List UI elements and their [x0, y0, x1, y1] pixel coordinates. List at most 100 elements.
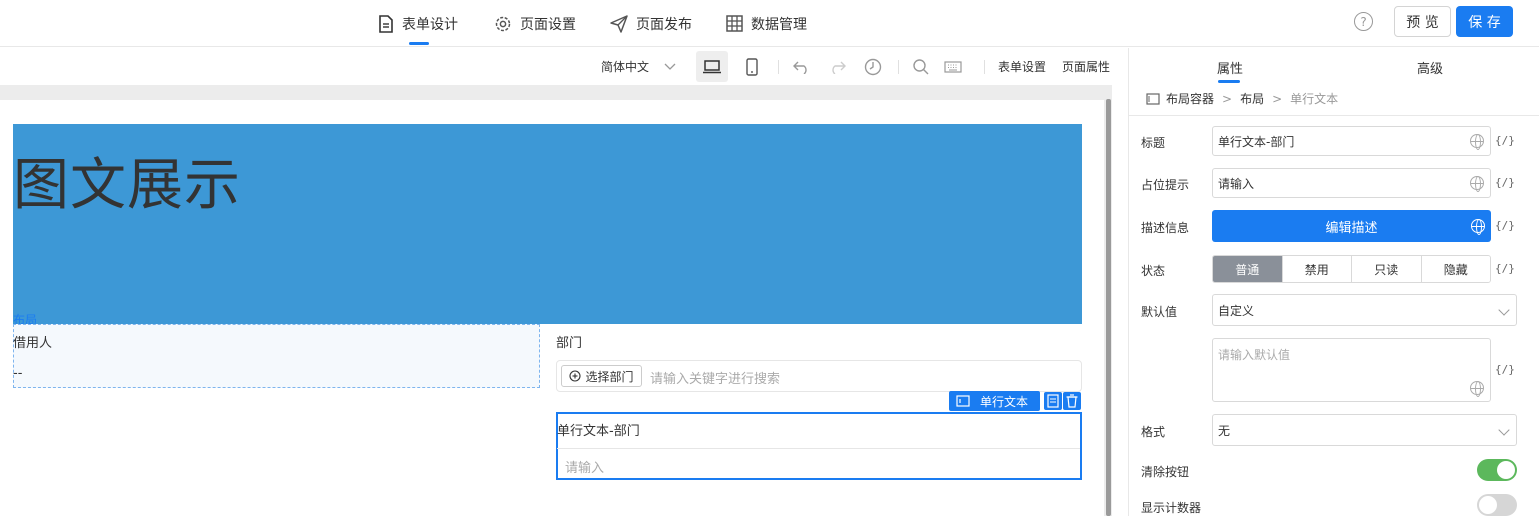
redo-icon[interactable] — [825, 55, 849, 79]
format-select[interactable]: 无 — [1212, 414, 1517, 446]
globe-icon[interactable] — [1470, 134, 1484, 150]
text-field-icon — [956, 395, 970, 407]
show-counter-label: 显示计数器 — [1141, 501, 1202, 515]
canvas-scrollbar[interactable] — [1106, 99, 1111, 516]
search-icon[interactable] — [909, 55, 933, 79]
gear-icon — [495, 16, 511, 31]
expression-icon[interactable]: {/} — [1495, 134, 1515, 147]
select-department-label: 选择部门 — [585, 369, 634, 384]
description-label: 描述信息 — [1141, 221, 1190, 235]
desktop-view-icon[interactable] — [696, 51, 728, 82]
placeholder-label: 占位提示 — [1141, 178, 1190, 192]
delete-icon[interactable] — [1063, 392, 1081, 410]
breadcrumb-item[interactable]: 布局 — [1240, 90, 1264, 107]
tab-label: 数据管理 — [751, 16, 807, 33]
active-panel-tab-indicator — [1218, 80, 1240, 83]
selected-field-input[interactable]: 请输入 — [557, 448, 1080, 478]
toolbar-divider — [778, 60, 779, 74]
keyboard-icon[interactable] — [941, 55, 965, 79]
tab-label: 页面设置 — [520, 16, 576, 33]
toggle-knob — [1479, 496, 1497, 514]
clear-button-label: 清除按钮 — [1141, 465, 1190, 479]
breadcrumb: 布局容器 > 布局 > 单行文本 — [1146, 90, 1338, 107]
expression-icon[interactable]: {/} — [1495, 219, 1515, 232]
format-selected: 无 — [1218, 423, 1231, 438]
tab-data-management[interactable]: 数据管理 — [726, 0, 807, 47]
default-value-placeholder: 请输入默认值 — [1218, 348, 1291, 362]
default-value-label: 默认值 — [1141, 305, 1178, 319]
borrower-value: -- — [13, 366, 23, 381]
select-department-button[interactable]: 选择部门 — [561, 365, 642, 387]
status-option-disabled[interactable]: 禁用 — [1281, 256, 1351, 282]
tab-advanced[interactable]: 高级 — [1417, 58, 1443, 77]
show-counter-toggle[interactable] — [1477, 494, 1517, 516]
banner-title: 图文展示 — [13, 153, 241, 218]
page-properties-link[interactable]: 页面属性 — [1062, 58, 1110, 75]
department-search-input[interactable]: 请输入关键字进行搜索 — [650, 368, 780, 387]
selected-component-type: 单行文本 — [980, 394, 1029, 409]
title-input[interactable]: 单行文本-部门 — [1212, 126, 1491, 156]
selected-component-tag[interactable]: 单行文本 — [949, 391, 1040, 411]
format-label: 格式 — [1141, 425, 1166, 439]
preview-button[interactable]: 预 览 — [1394, 6, 1451, 37]
chevron-right-icon: > — [1222, 91, 1233, 106]
form-settings-link[interactable]: 表单设置 — [998, 58, 1046, 75]
globe-icon[interactable] — [1470, 176, 1484, 192]
default-value-select[interactable]: 自定义 — [1212, 294, 1517, 326]
chevron-down-icon[interactable] — [658, 55, 682, 79]
status-label: 状态 — [1141, 264, 1166, 278]
placeholder-value: 请输入 — [1218, 176, 1255, 191]
status-option-hidden[interactable]: 隐藏 — [1420, 256, 1490, 282]
tab-form-design[interactable]: 表单设计 — [378, 0, 458, 47]
status-option-normal[interactable]: 普通 — [1213, 256, 1282, 282]
history-icon[interactable] — [861, 55, 885, 79]
default-value-textarea[interactable]: 请输入默认值 — [1212, 338, 1491, 402]
plus-circle-icon — [569, 370, 582, 382]
title-value: 单行文本-部门 — [1218, 134, 1295, 149]
status-segmented-control: 普通 禁用 只读 隐藏 — [1212, 255, 1491, 283]
breadcrumb-item[interactable]: 布局容器 — [1166, 90, 1214, 107]
divider — [1129, 115, 1539, 116]
selected-field-label: 单行文本-部门 — [557, 424, 640, 439]
status-option-readonly[interactable]: 只读 — [1351, 256, 1421, 282]
tab-label: 表单设计 — [402, 16, 458, 33]
selected-field-placeholder: 请输入 — [565, 461, 605, 476]
edit-description-label: 编辑描述 — [1325, 220, 1378, 236]
breadcrumb-current: 单行文本 — [1290, 92, 1339, 106]
top-nav: 表单设计 页面设置 页面发布 数据管理 ? 预 览 保 存 — [0, 0, 1539, 47]
toggle-knob — [1497, 461, 1515, 479]
send-icon — [610, 14, 628, 33]
save-button[interactable]: 保 存 — [1456, 6, 1513, 37]
clear-button-toggle[interactable] — [1477, 459, 1517, 481]
chevron-right-icon: > — [1272, 91, 1283, 106]
edit-description-button[interactable]: 编辑描述 — [1212, 210, 1491, 242]
language-select[interactable]: 简体中文 — [601, 58, 649, 75]
help-icon[interactable]: ? — [1354, 12, 1373, 31]
tab-label: 页面发布 — [636, 16, 692, 33]
copy-icon[interactable] — [1044, 392, 1062, 410]
expression-icon[interactable]: {/} — [1495, 262, 1515, 275]
department-label: 部门 — [556, 336, 583, 351]
borrower-field[interactable] — [13, 324, 540, 388]
tab-page-publish[interactable]: 页面发布 — [610, 0, 692, 47]
default-value-selected: 自定义 — [1218, 303, 1255, 318]
globe-icon[interactable] — [1470, 381, 1484, 397]
borrower-label: 借用人 — [13, 336, 53, 351]
document-icon — [379, 14, 393, 33]
active-tab-indicator — [409, 42, 429, 45]
tab-page-settings[interactable]: 页面设置 — [494, 0, 576, 47]
placeholder-input[interactable]: 请输入 — [1212, 168, 1491, 198]
chevron-down-icon — [1498, 304, 1510, 316]
toolbar-divider — [984, 60, 985, 74]
undo-icon[interactable] — [790, 55, 814, 79]
tab-properties[interactable]: 属性 — [1217, 58, 1243, 77]
grid-icon — [726, 15, 743, 32]
title-label: 标题 — [1141, 136, 1166, 150]
globe-icon[interactable] — [1471, 219, 1485, 235]
mobile-view-icon[interactable] — [740, 55, 764, 79]
toolbar-divider — [898, 60, 899, 74]
expression-icon[interactable]: {/} — [1495, 176, 1515, 189]
expression-icon[interactable]: {/} — [1495, 363, 1515, 376]
canvas-toolbar: 简体中文 表单设置 页面属性 — [0, 48, 1128, 85]
chevron-down-icon — [1498, 424, 1510, 436]
